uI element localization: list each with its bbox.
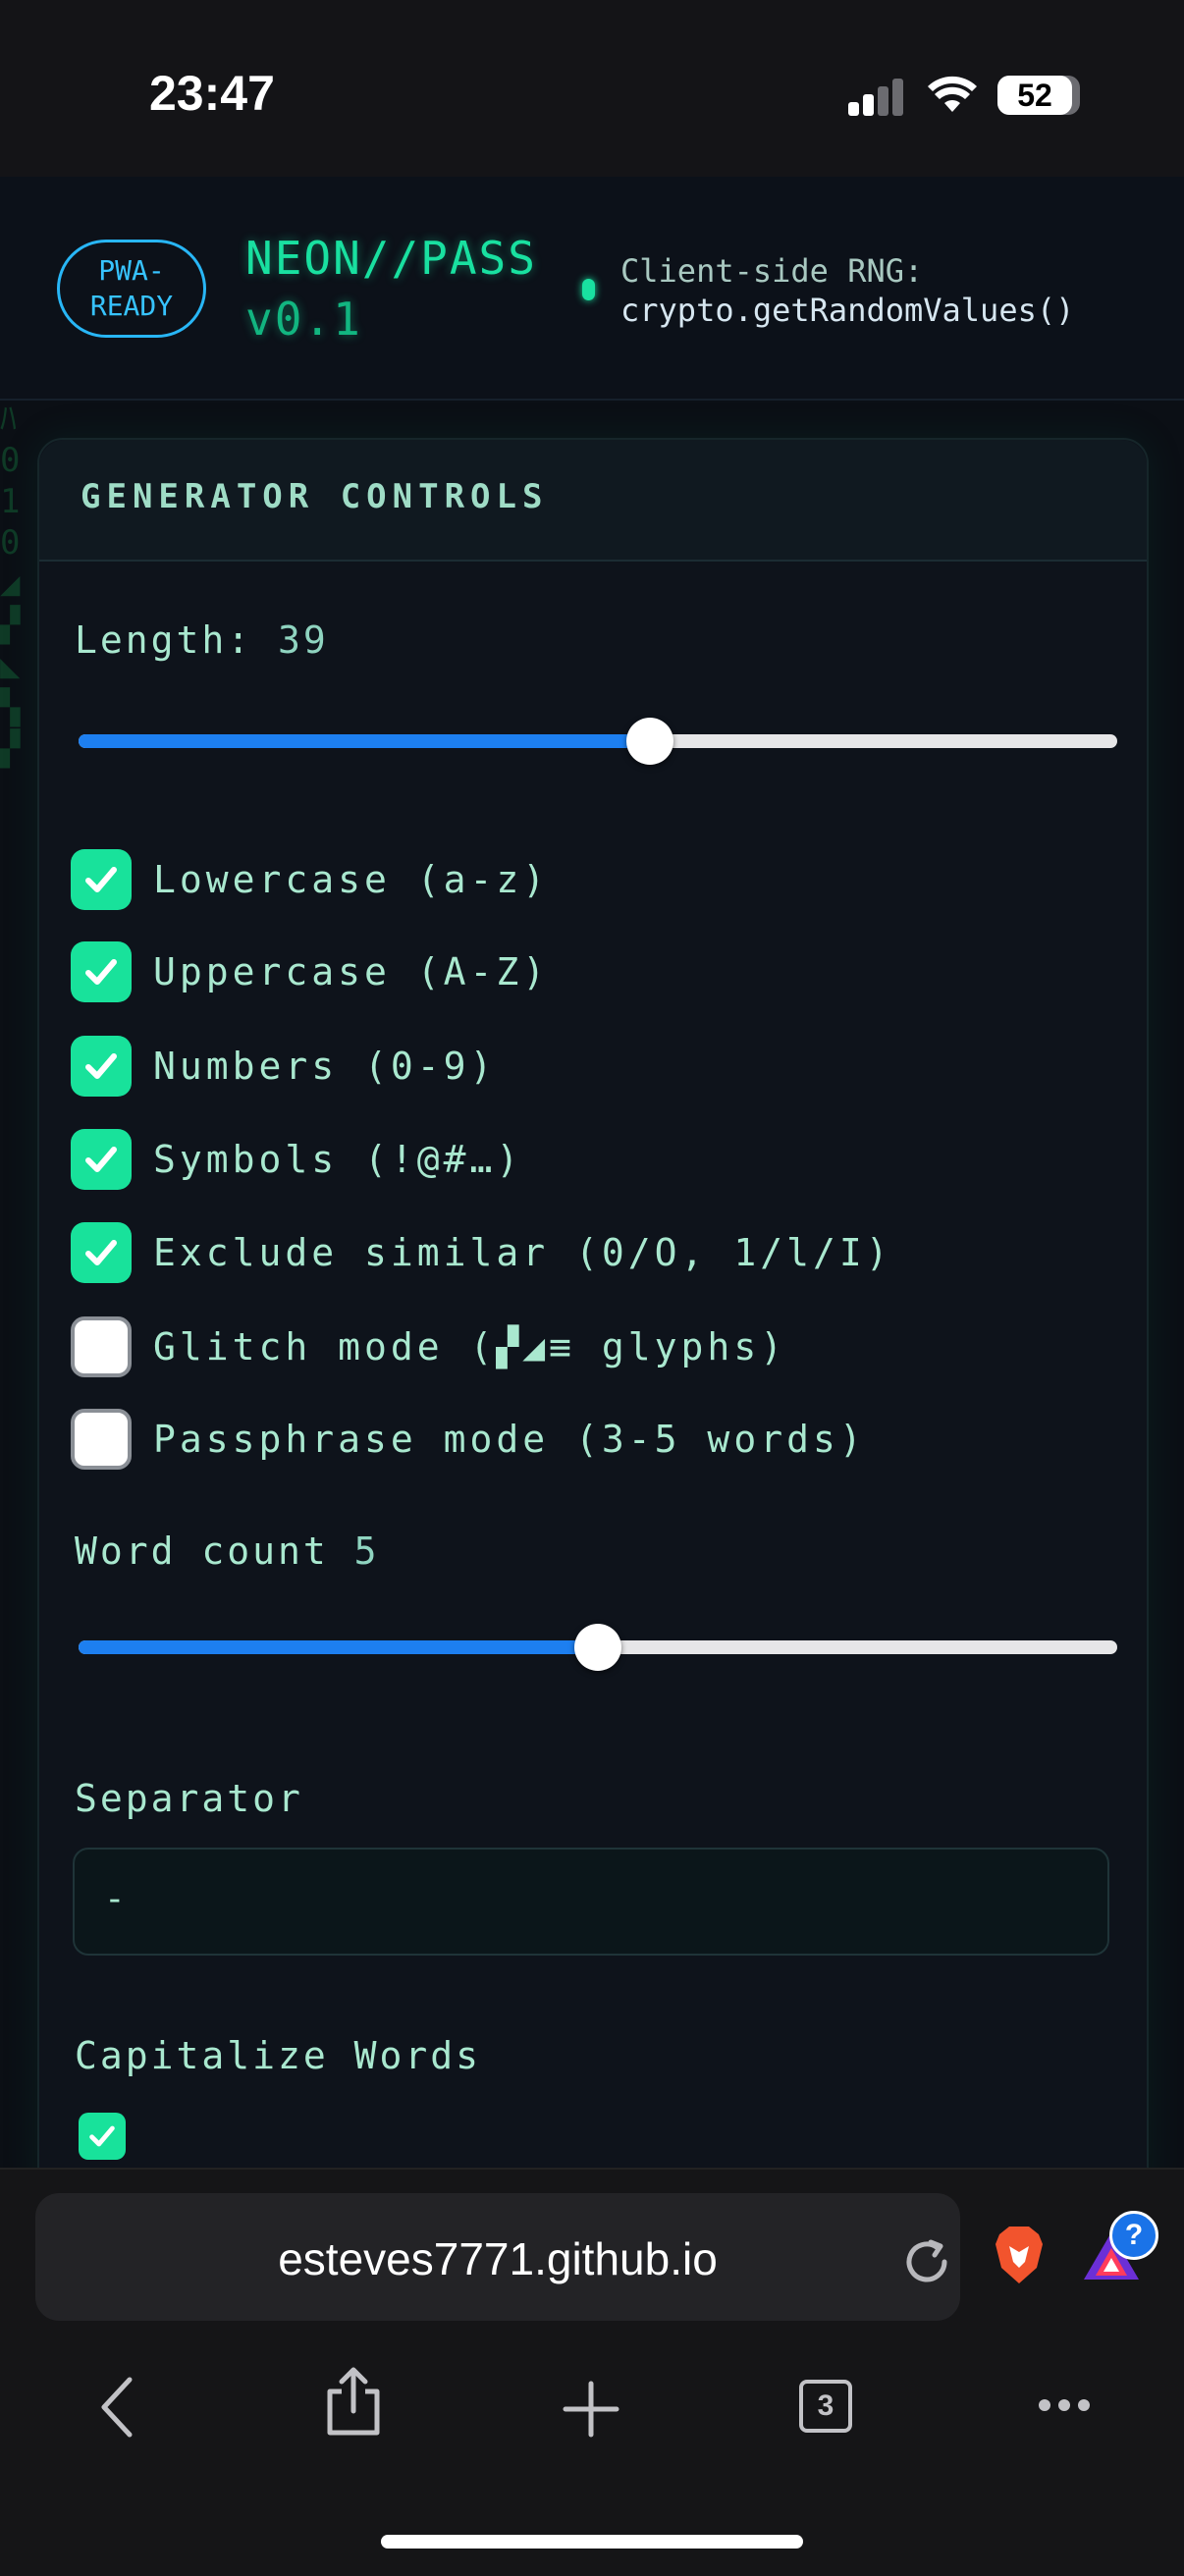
option-lowercase[interactable]: Lowercase (a-z)	[71, 848, 549, 911]
status-dot-icon	[582, 279, 595, 300]
new-tab-icon[interactable]	[562, 2380, 620, 2439]
panel-header: GENERATOR CONTROLS	[39, 440, 1147, 562]
share-icon[interactable]	[324, 2366, 383, 2437]
separator-input[interactable]: -	[73, 1848, 1109, 1956]
word-count-label: Word count 5	[75, 1530, 380, 1573]
separator-value: -	[104, 1879, 126, 1919]
pwa-ready-badge: PWA-READY	[57, 240, 206, 338]
status-bar: 23:47 52	[0, 0, 1184, 177]
option-exclude-similar[interactable]: Exclude similar (0/O, 1/l/I)	[71, 1221, 892, 1284]
address-bar[interactable]: esteves7771.github.io	[35, 2193, 960, 2321]
passphrase-mode-checkbox[interactable]	[71, 1409, 132, 1470]
word-count-value: 5	[353, 1530, 380, 1573]
rng-api: crypto.getRandomValues()	[620, 292, 1075, 329]
glyph-rain-decoration: ﾊ 0 1 0 ◢ ▞ ◣ ▚ ▞	[0, 400, 21, 769]
home-indicator	[381, 2535, 803, 2549]
exclude-similar-checkbox[interactable]	[71, 1222, 132, 1283]
panel-title: GENERATOR CONTROLS	[81, 477, 549, 516]
capitalize-label: Capitalize Words	[75, 2034, 482, 2077]
more-icon[interactable]	[1037, 2397, 1092, 2413]
option-symbols[interactable]: Symbols (!@#…)	[71, 1128, 522, 1191]
uppercase-checkbox[interactable]	[71, 941, 132, 1002]
length-slider-fill	[79, 734, 650, 748]
wifi-icon	[928, 76, 977, 112]
battery-level: 52	[997, 76, 1072, 115]
cellular-signal-icon	[848, 77, 905, 116]
status-time: 23:47	[149, 66, 275, 121]
capitalize-words-checkbox[interactable]	[79, 2113, 126, 2160]
reload-icon[interactable]	[899, 2234, 954, 2289]
option-uppercase[interactable]: Uppercase (A-Z)	[71, 940, 549, 1003]
help-badge: ?	[1109, 2211, 1158, 2260]
option-label: Passphrase mode (3-5 words)	[153, 1418, 866, 1461]
brave-shields-icon[interactable]	[992, 2225, 1047, 2285]
option-label: Lowercase (a-z)	[153, 858, 550, 901]
url-text: esteves7771.github.io	[278, 2233, 718, 2284]
length-slider-thumb[interactable]	[625, 718, 673, 765]
option-numbers[interactable]: Numbers (0-9)	[71, 1035, 496, 1098]
option-label: Numbers (0-9)	[153, 1045, 497, 1088]
option-label: Symbols (!@#…)	[153, 1138, 523, 1181]
option-label: Uppercase (A-Z)	[153, 950, 550, 993]
length-label: Length: 39	[75, 618, 329, 662]
back-icon[interactable]	[96, 2376, 139, 2439]
option-passphrase-mode[interactable]: Passphrase mode (3-5 words)	[71, 1408, 866, 1471]
length-slider[interactable]	[79, 718, 1117, 765]
option-label: Exclude similar (0/O, 1/l/I)	[153, 1231, 892, 1274]
length-value: 39	[278, 618, 329, 662]
app-brand: NEON//PASS v0.1	[245, 228, 537, 349]
app-header: PWA-READY NEON//PASS v0.1 Client-side RN…	[0, 177, 1184, 401]
numbers-checkbox[interactable]	[71, 1036, 132, 1097]
option-label: Glitch mode (▞◢≡ glyphs)	[153, 1325, 787, 1368]
word-count-slider-fill	[79, 1640, 598, 1654]
rng-info: Client-side RNG: crypto.getRandomValues(…	[620, 251, 1074, 330]
brand-name: NEON//PASS	[245, 232, 537, 285]
tabs-button[interactable]: 3	[799, 2380, 852, 2433]
option-capitalize-words[interactable]	[79, 2105, 126, 2168]
glitch-mode-checkbox[interactable]	[71, 1316, 132, 1377]
word-count-slider[interactable]	[79, 1624, 1117, 1671]
rewards-icon[interactable]: ?	[1080, 2211, 1158, 2283]
separator-label: Separator	[75, 1777, 303, 1820]
browser-bottom-bar: esteves7771.github.io ? 3	[0, 2168, 1184, 2576]
rng-label: Client-side RNG:	[620, 252, 924, 290]
word-count-slider-thumb[interactable]	[574, 1624, 621, 1671]
brand-version: v0.1	[245, 293, 362, 346]
option-glitch-mode[interactable]: Glitch mode (▞◢≡ glyphs)	[71, 1315, 786, 1378]
lowercase-checkbox[interactable]	[71, 849, 132, 910]
symbols-checkbox[interactable]	[71, 1129, 132, 1190]
